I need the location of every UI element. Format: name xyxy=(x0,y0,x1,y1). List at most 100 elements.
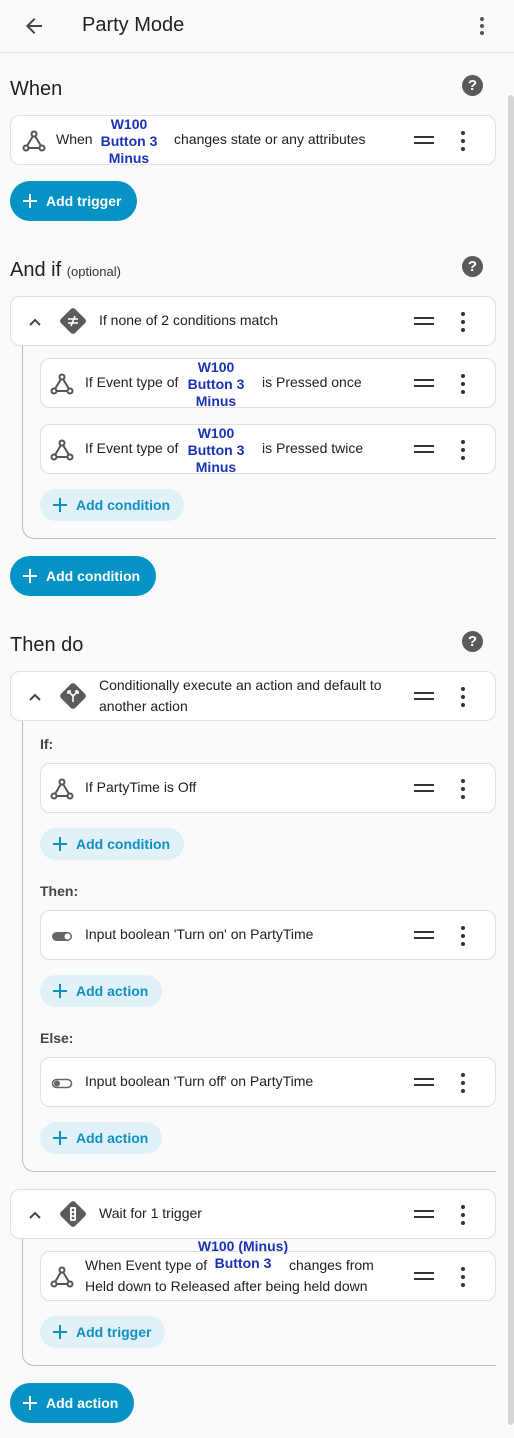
back-arrow-icon[interactable] xyxy=(22,14,46,38)
state-trigger-icon xyxy=(50,439,74,461)
drag-handle-icon[interactable] xyxy=(414,1078,434,1086)
item-menu-icon[interactable] xyxy=(460,440,466,460)
chevron-up-icon[interactable] xyxy=(28,315,42,329)
entity-line: Button 3 xyxy=(100,133,158,149)
button-label: Add condition xyxy=(46,568,141,584)
plus-icon xyxy=(53,498,67,512)
entity-line: W100 (Minus) xyxy=(197,1238,289,1254)
toggle-switch-icon xyxy=(52,932,72,941)
plus-icon xyxy=(53,984,67,998)
then-action-text: Input boolean 'Turn on' on PartyTime xyxy=(85,926,314,942)
condition-suffix: is Pressed twice xyxy=(262,440,364,456)
state-trigger-icon xyxy=(50,778,74,800)
add-condition-button[interactable]: Add condition xyxy=(40,828,185,860)
add-action-button[interactable]: Add action xyxy=(40,1122,163,1154)
trigger-prefix: When xyxy=(56,131,93,147)
drag-handle-icon[interactable] xyxy=(414,1210,434,1218)
condition-prefix: If Event type of xyxy=(85,374,179,390)
add-action-button[interactable]: Add action xyxy=(10,1383,135,1423)
not-equal-icon xyxy=(60,308,86,334)
add-condition-button[interactable]: Add condition xyxy=(40,489,185,521)
wait-trigger-card[interactable]: Wait for 1 trigger xyxy=(10,1189,496,1239)
state-trigger-icon xyxy=(50,373,74,395)
drag-handle-icon[interactable] xyxy=(414,445,434,453)
help-icon[interactable]: ? xyxy=(462,631,483,652)
optional-label: (optional) xyxy=(66,264,121,279)
wait-trigger-item-card[interactable]: W100 (Minus) Button 3 When Event type of… xyxy=(40,1238,496,1301)
item-menu-icon[interactable] xyxy=(460,1205,466,1225)
item-menu-icon[interactable] xyxy=(460,1073,466,1093)
overflow-menu-icon[interactable] xyxy=(470,14,494,38)
item-menu-icon[interactable] xyxy=(460,687,466,707)
scrollbar[interactable] xyxy=(508,95,514,1425)
wait-line2: Held down to Released after being held d… xyxy=(85,1278,368,1294)
else-action-text: Input boolean 'Turn off' on PartyTime xyxy=(85,1073,314,1089)
plus-icon xyxy=(23,194,37,208)
add-action-button[interactable]: Add action xyxy=(40,975,163,1007)
drag-handle-icon[interactable] xyxy=(414,136,434,144)
page-title: Party Mode xyxy=(82,14,185,36)
plus-icon xyxy=(23,569,37,583)
add-condition-button[interactable]: Add condition xyxy=(10,556,157,596)
action-card[interactable]: Input boolean 'Turn off' on PartyTime xyxy=(40,1057,496,1107)
drag-handle-icon[interactable] xyxy=(414,317,434,325)
condition-group-card[interactable]: If none of 2 conditions match xyxy=(10,296,496,346)
entity-line: W100 xyxy=(110,116,148,132)
button-label: Add action xyxy=(46,1395,119,1411)
trigger-entity[interactable]: W100 Button 3 Minus xyxy=(99,116,159,167)
section-title-then-do: Then do xyxy=(10,634,84,656)
wait-label: Wait for 1 trigger xyxy=(99,1205,202,1221)
item-menu-icon[interactable] xyxy=(460,131,466,151)
item-menu-icon[interactable] xyxy=(460,374,466,394)
choose-label-line1: Conditionally execute an action and defa… xyxy=(99,677,382,693)
plus-icon xyxy=(53,837,67,851)
section-title-when: When xyxy=(10,78,63,100)
entity-line: Button 3 xyxy=(187,376,245,392)
button-label: Add condition xyxy=(76,497,171,513)
drag-handle-icon[interactable] xyxy=(414,1272,434,1280)
condition-group-label: If none of 2 conditions match xyxy=(99,312,278,328)
entity-line: Minus xyxy=(195,459,237,475)
item-menu-icon[interactable] xyxy=(460,1267,466,1287)
condition-entity[interactable]: W100 Button 3 Minus xyxy=(186,359,246,410)
button-label: Add action xyxy=(76,1130,149,1146)
else-label: Else: xyxy=(40,1030,74,1046)
entity-line: Minus xyxy=(108,150,150,166)
chevron-up-icon[interactable] xyxy=(28,1208,42,1222)
drag-handle-icon[interactable] xyxy=(414,784,434,792)
help-icon[interactable]: ? xyxy=(462,75,483,96)
item-menu-icon[interactable] xyxy=(460,312,466,332)
add-trigger-button[interactable]: Add trigger xyxy=(40,1316,166,1348)
help-icon[interactable]: ? xyxy=(462,256,483,277)
trigger-card[interactable]: When W100 Button 3 Minus changes state o… xyxy=(10,115,496,167)
toggle-switch-off-icon xyxy=(51,1078,73,1089)
entity-line: Minus xyxy=(195,393,237,409)
condition-prefix: If Event type of xyxy=(85,440,179,456)
drag-handle-icon[interactable] xyxy=(414,931,434,939)
then-label: Then: xyxy=(40,883,79,899)
button-label: Add trigger xyxy=(46,193,122,209)
condition-suffix: is Pressed once xyxy=(262,374,362,390)
section-title-and-if: And if (optional) xyxy=(10,259,121,282)
choose-action-card[interactable]: Conditionally execute an action and defa… xyxy=(10,671,496,721)
plus-icon xyxy=(23,1396,37,1410)
add-trigger-button[interactable]: Add trigger xyxy=(10,181,138,221)
wait-line1-suffix: changes from xyxy=(289,1257,374,1273)
action-card[interactable]: Input boolean 'Turn on' on PartyTime xyxy=(40,910,496,960)
condition-card[interactable]: If Event type of W100 Button 3 Minus is … xyxy=(40,424,496,476)
item-menu-icon[interactable] xyxy=(460,779,466,799)
and-if-label: And if xyxy=(10,259,62,281)
item-menu-icon[interactable] xyxy=(460,926,466,946)
choose-label-line2: another action xyxy=(99,698,188,714)
condition-entity[interactable]: W100 Button 3 Minus xyxy=(186,425,246,476)
if-label: If: xyxy=(40,736,54,752)
wait-line1-prefix: When Event type of xyxy=(85,1257,208,1273)
condition-card[interactable]: If Event type of W100 Button 3 Minus is … xyxy=(40,358,496,410)
condition-card[interactable]: If PartyTime is Off xyxy=(40,763,496,813)
entity-line: W100 xyxy=(197,425,235,441)
chevron-up-icon[interactable] xyxy=(28,690,42,704)
plus-icon xyxy=(53,1325,67,1339)
drag-handle-icon[interactable] xyxy=(414,692,434,700)
trigger-suffix: changes state or any attributes xyxy=(174,131,366,147)
drag-handle-icon[interactable] xyxy=(414,379,434,387)
